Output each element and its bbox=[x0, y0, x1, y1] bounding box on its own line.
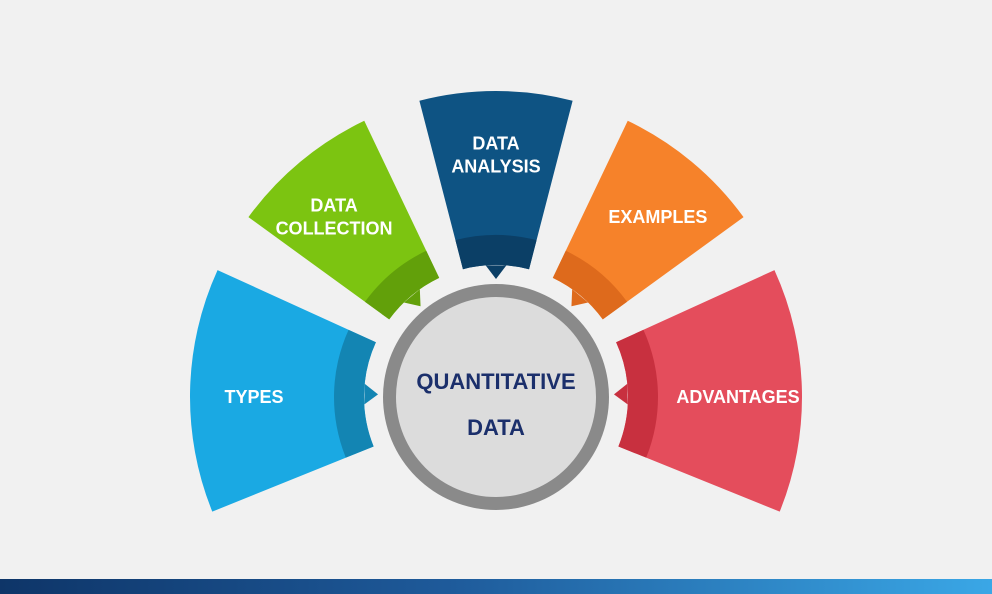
segment-data-analysis-label-line2: ANALYSIS bbox=[451, 157, 540, 177]
center-hub: QUANTITATIVE DATA bbox=[383, 284, 609, 510]
segment-types-pointer bbox=[364, 383, 379, 405]
segment-advantages: ADVANTAGES bbox=[613, 270, 802, 512]
quantitative-data-diagram: TYPES DATA COLLECTION DATA ANALYSIS EXAMPLES A… bbox=[190, 90, 802, 512]
segment-types-label-line1: TYPES bbox=[224, 387, 283, 407]
segment-advantages-pointer bbox=[613, 383, 628, 405]
center-circle bbox=[396, 297, 596, 497]
bottom-accent-bar bbox=[0, 579, 992, 594]
diagram-canvas: TYPES DATA COLLECTION DATA ANALYSIS EXAMPLES A… bbox=[0, 0, 992, 594]
segment-data-analysis-pointer bbox=[485, 265, 507, 279]
segment-types: TYPES bbox=[190, 270, 379, 512]
segment-data-analysis: DATA ANALYSIS bbox=[419, 90, 573, 279]
segment-data-collection: DATA COLLECTION bbox=[248, 120, 440, 320]
segment-data-analysis-inner-band bbox=[455, 235, 537, 270]
segment-advantages-label-line1: ADVANTAGES bbox=[676, 387, 799, 407]
center-title-line1: QUANTITATIVE bbox=[416, 369, 575, 394]
segment-data-collection-label-line1: DATA bbox=[310, 196, 357, 216]
segment-data-analysis-label-line1: DATA bbox=[472, 134, 519, 154]
center-title-line2: DATA bbox=[467, 415, 525, 440]
segment-data-collection-label-line2: COLLECTION bbox=[276, 219, 393, 239]
segment-examples-label-line1: EXAMPLES bbox=[608, 207, 707, 227]
segment-examples: EXAMPLES bbox=[552, 120, 744, 320]
